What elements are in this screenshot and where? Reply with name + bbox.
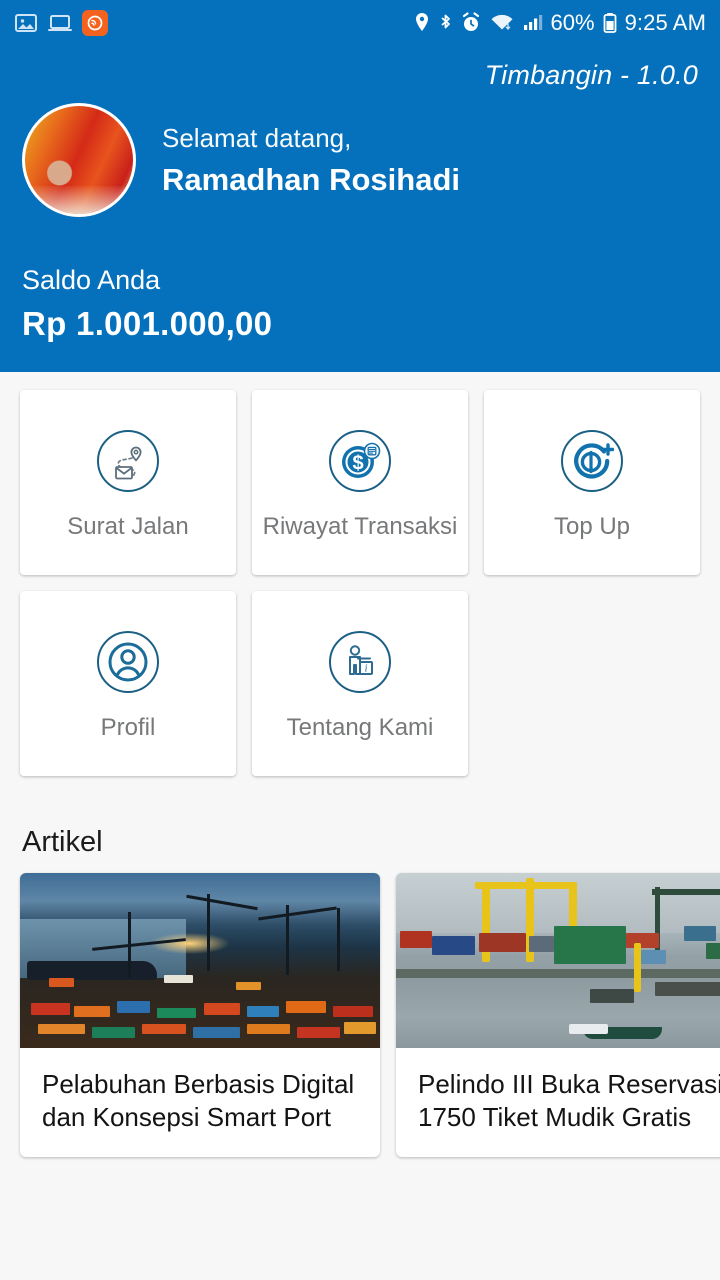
article-card[interactable]: Pelabuhan Berbasis Digital dan Konsepsi … [20,873,380,1157]
balance-block: Saldo Anda Rp 1.001.000,00 [22,265,698,343]
svg-text:i: i [364,662,367,674]
top-up-icon [556,425,628,497]
articles-section-title: Artikel [22,826,103,858]
signal-icon [522,11,544,35]
about-us-icon: i [324,626,396,698]
app-badge-icon [82,10,108,36]
route-mail-icon [92,425,164,497]
menu-item-label: Surat Jalan [67,512,189,540]
svg-text:$: $ [352,452,363,474]
balance-label: Saldo Anda [22,265,161,295]
battery-percent-label: 60% [550,10,595,35]
alarm-icon [460,11,482,35]
article-card[interactable]: Pelindo III Buka Reservasi 1750 Tiket Mu… [396,873,720,1157]
menu-item-top-up[interactable]: Top Up [484,390,700,575]
battery-icon [602,11,618,35]
image-icon [14,11,38,35]
user-row: Selamat datang, Ramadhan Rosihadi [22,103,698,217]
greeting-label: Selamat datang, [162,122,352,153]
article-title: Pelindo III Buka Reservasi 1750 Tiket Mu… [418,1069,720,1133]
menu-item-label: Profil [100,713,156,741]
clock-label: 9:25 AM [624,10,706,35]
menu-item-profil[interactable]: Profil [20,591,236,776]
menu-grid: Surat Jalan $ Riwayat Transaksi Top Up P… [0,372,720,776]
menu-item-label: Top Up [553,512,631,540]
greeting-block: Selamat datang, Ramadhan Rosihadi [162,123,460,198]
article-thumbnail [396,873,720,1048]
menu-item-label: Riwayat Transaksi [262,512,458,540]
status-bar-left-icons [14,10,108,36]
articles-carousel[interactable]: Pelabuhan Berbasis Digital dan Konsepsi … [0,873,720,1157]
wifi-icon [489,11,515,35]
user-name-label: Ramadhan Rosihadi [162,161,460,197]
transaction-history-icon: $ [324,425,396,497]
status-bar: 60% 9:25 AM [0,0,720,46]
article-title: Pelabuhan Berbasis Digital dan Konsepsi … [42,1069,355,1133]
bluetooth-icon [438,11,453,35]
location-icon [413,11,431,35]
article-thumbnail [20,873,380,1048]
app-version-label: Timbangin - 1.0.0 [484,60,698,90]
menu-item-riwayat-transaksi[interactable]: $ Riwayat Transaksi [252,390,468,575]
menu-item-label: Tentang Kami [286,713,434,741]
profile-icon [92,626,164,698]
screenshot-icon [47,11,73,35]
menu-item-surat-jalan[interactable]: Surat Jalan [20,390,236,575]
avatar[interactable] [22,103,136,217]
status-bar-right-icons: 60% 9:25 AM [413,10,706,36]
app-header: Timbangin - 1.0.0 Selamat datang, Ramadh… [0,46,720,372]
menu-item-tentang-kami[interactable]: i Tentang Kami [252,591,468,776]
balance-amount: Rp 1.001.000,00 [22,305,273,342]
